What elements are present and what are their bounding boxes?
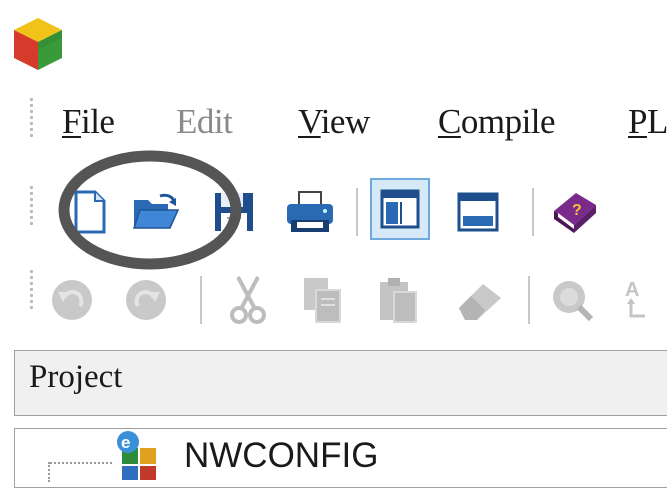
annotation-ellipse (58, 150, 242, 270)
eraser-button[interactable] (452, 272, 508, 328)
tree-connector (48, 462, 50, 482)
replace-button[interactable]: A (616, 272, 656, 328)
menu-file[interactable]: File (62, 102, 115, 142)
copy-icon (304, 278, 341, 323)
copy-button[interactable] (294, 272, 350, 328)
cut-button[interactable] (220, 272, 276, 328)
toolbar-separator (356, 188, 358, 236)
paste-icon (380, 278, 417, 323)
output-window-icon (457, 192, 499, 232)
find-button[interactable] (544, 272, 600, 328)
tree-item-label[interactable]: NWCONFIG (184, 436, 378, 476)
print-button[interactable] (282, 184, 338, 240)
menu-compile[interactable]: Compile (438, 102, 556, 142)
toolbar-separator (532, 188, 534, 236)
menu-view[interactable]: View (298, 102, 370, 142)
toolbar-separator (200, 276, 202, 324)
menu-edit[interactable]: Edit (176, 102, 233, 142)
undo-button[interactable] (44, 272, 100, 328)
paste-button[interactable] (370, 272, 426, 328)
project-panel-header: Project (14, 350, 667, 416)
redo-icon (126, 280, 166, 320)
menu-pl[interactable]: PL (628, 102, 667, 142)
menubar-grip[interactable] (30, 98, 34, 140)
find-icon (553, 281, 594, 322)
output-window-button[interactable] (450, 184, 506, 240)
network-config-icon: e (117, 431, 156, 480)
cube-app-icon (14, 18, 62, 70)
redo-button[interactable] (118, 272, 174, 328)
svg-text:?: ? (572, 202, 582, 219)
tree-connector (50, 462, 112, 464)
project-panel-title: Project (29, 359, 123, 395)
edit-toolbar-grip[interactable] (30, 270, 34, 312)
svg-text:e: e (121, 433, 130, 452)
help-book-icon: ? (554, 193, 596, 233)
cut-icon (230, 276, 266, 324)
toolbar-separator (528, 276, 530, 324)
print-icon (287, 191, 333, 232)
svg-text:A: A (625, 279, 639, 301)
eraser-icon (459, 284, 501, 320)
project-view-button[interactable] (370, 178, 430, 240)
main-toolbar-grip[interactable] (30, 186, 34, 228)
help-button[interactable]: ? (546, 184, 602, 240)
undo-icon (52, 280, 92, 320)
replace-icon: A (625, 279, 645, 318)
project-view-icon (380, 189, 420, 229)
